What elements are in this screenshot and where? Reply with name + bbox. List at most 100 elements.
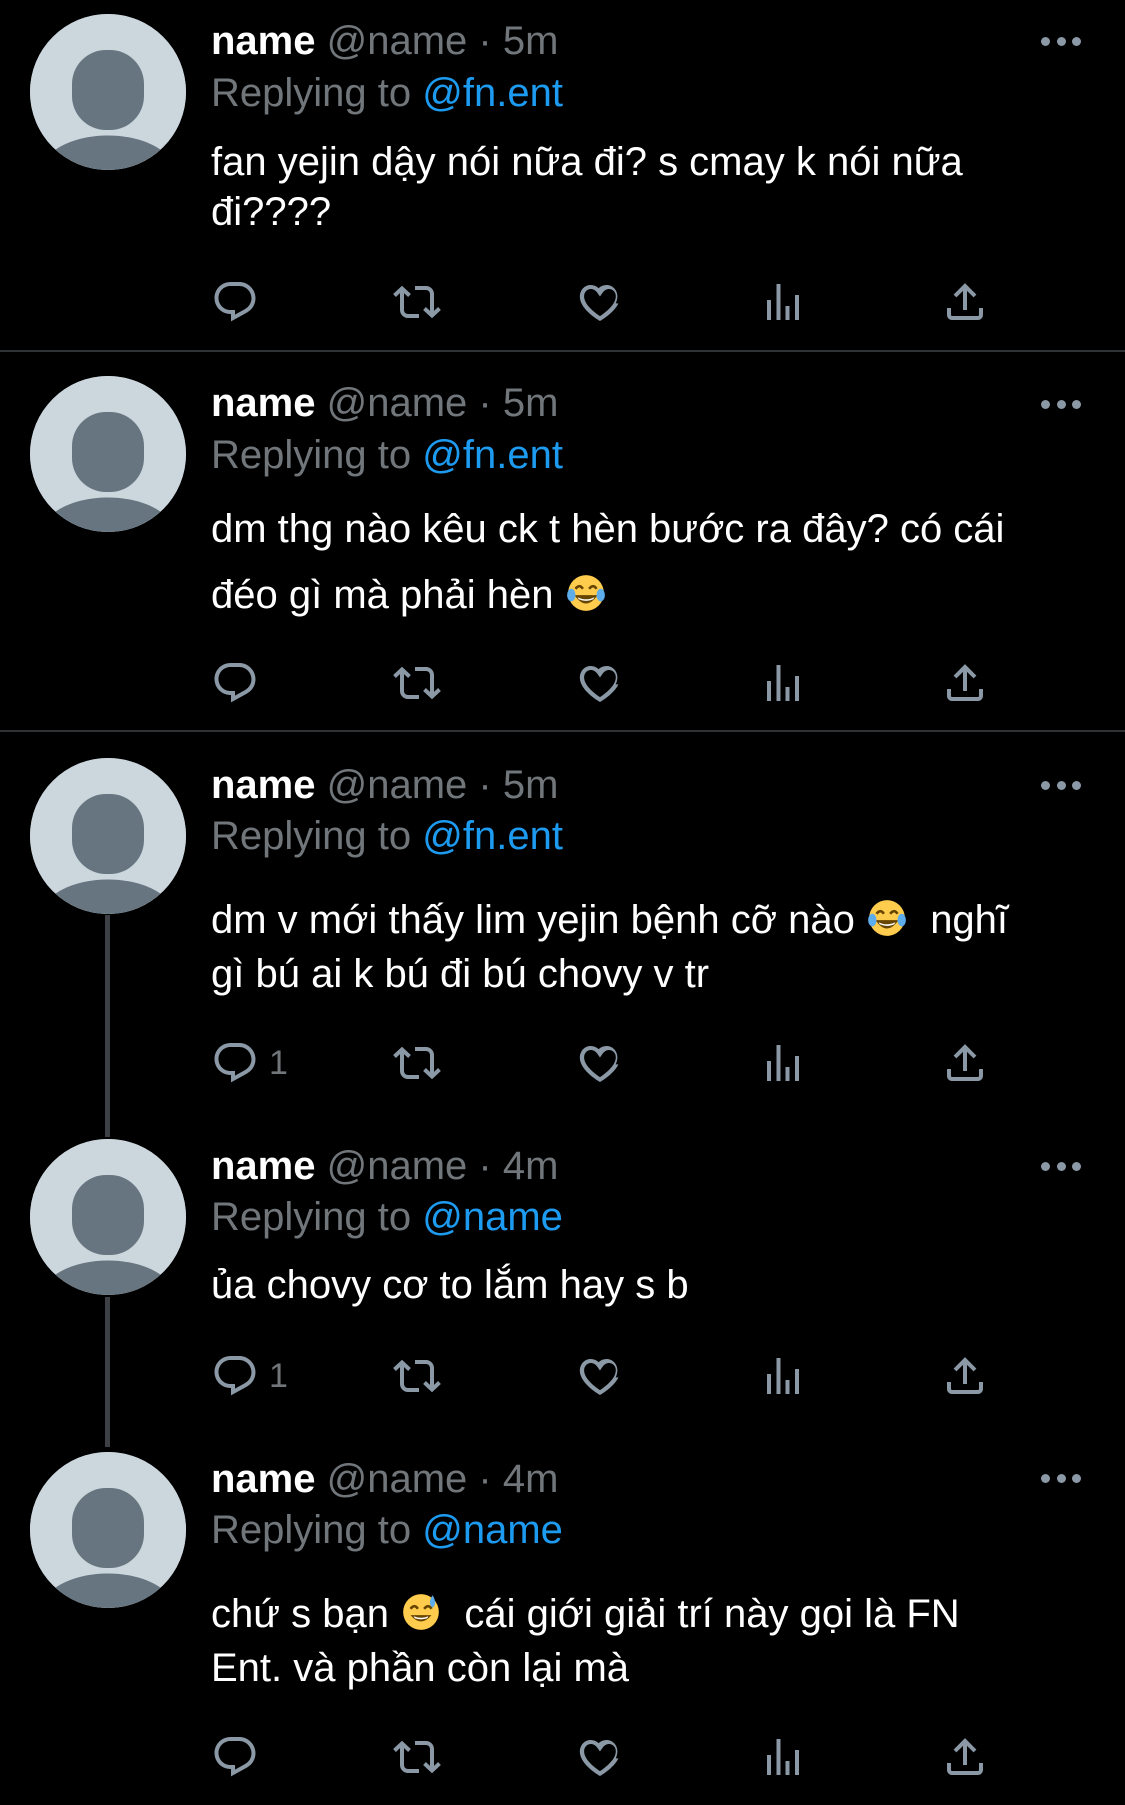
tweet-actions bbox=[211, 277, 991, 327]
avatar[interactable] bbox=[30, 376, 186, 532]
tweet-3[interactable]: name @name · 5m Replying to @fn.ent dm v… bbox=[0, 732, 1125, 1112]
separator-dot: · bbox=[478, 1457, 492, 1501]
handle[interactable]: @name bbox=[327, 1457, 468, 1501]
avatar[interactable] bbox=[30, 1452, 186, 1608]
tweet-text-line: đi???? bbox=[211, 190, 332, 234]
retweet-icon bbox=[393, 278, 441, 326]
retweet-button[interactable] bbox=[393, 1038, 441, 1088]
like-button[interactable] bbox=[576, 658, 624, 708]
views-button[interactable] bbox=[759, 1351, 807, 1401]
retweet-icon bbox=[393, 1039, 441, 1087]
reply-button[interactable] bbox=[211, 658, 269, 708]
more-icon[interactable] bbox=[1041, 1472, 1081, 1484]
share-button[interactable] bbox=[941, 1732, 989, 1782]
like-button[interactable] bbox=[576, 1351, 624, 1401]
retweet-icon bbox=[393, 659, 441, 707]
views-button[interactable] bbox=[759, 1038, 807, 1088]
separator-dot: · bbox=[478, 19, 492, 63]
views-button[interactable] bbox=[759, 277, 807, 327]
tweet-actions: 1 bbox=[211, 1038, 991, 1088]
handle[interactable]: @name bbox=[327, 19, 468, 63]
tweet-4[interactable]: name @name · 4m Replying to @name ủa cho… bbox=[0, 1112, 1125, 1424]
display-name[interactable]: name bbox=[211, 1457, 316, 1501]
timestamp[interactable]: 5m bbox=[503, 763, 559, 807]
tweet-header: name @name · 5m bbox=[211, 18, 558, 64]
views-icon bbox=[759, 659, 807, 707]
views-icon bbox=[759, 1039, 807, 1087]
like-button[interactable] bbox=[576, 277, 624, 327]
tweet-text-line: gì bú ai k bú đi bú chovy v tr bbox=[211, 952, 710, 996]
replying-to: Replying to @fn.ent bbox=[211, 813, 563, 859]
handle[interactable]: @name bbox=[327, 763, 468, 807]
tweet-text-line: Ent. và phần còn lại mà bbox=[211, 1646, 630, 1690]
reply-button[interactable]: 1 bbox=[211, 1351, 288, 1401]
tweet-header: name @name · 4m bbox=[211, 1456, 558, 1502]
retweet-button[interactable] bbox=[393, 1351, 441, 1401]
tweet-1[interactable]: name @name · 5m Replying to @fn.ent fan … bbox=[0, 0, 1125, 350]
replying-to-link[interactable]: @fn.ent bbox=[422, 71, 563, 115]
tweet-text-fragment: dm v mới thấy lim yejin bệnh cỡ nào bbox=[211, 898, 855, 942]
retweet-button[interactable] bbox=[393, 1732, 441, 1782]
tweet-text-line: fan yejin dậy nói nữa đi? s cmay k nói n… bbox=[211, 140, 963, 184]
views-icon bbox=[759, 278, 807, 326]
retweet-icon bbox=[393, 1352, 441, 1400]
tweet-header: name @name · 5m bbox=[211, 762, 558, 808]
display-name[interactable]: name bbox=[211, 1144, 316, 1188]
tweet-text-line: đéo gì mà phải hèn bbox=[211, 562, 1091, 628]
more-icon[interactable] bbox=[1041, 398, 1081, 410]
tweet-2[interactable]: name @name · 5m Replying to @fn.ent dm t… bbox=[0, 352, 1125, 730]
timestamp[interactable]: 4m bbox=[503, 1457, 559, 1501]
share-icon bbox=[941, 1039, 989, 1087]
more-icon[interactable] bbox=[1041, 1160, 1081, 1172]
display-name[interactable]: name bbox=[211, 19, 316, 63]
separator-dot: · bbox=[478, 763, 492, 807]
separator-dot: · bbox=[478, 381, 492, 425]
tweet-text: ủa chovy cơ to lắm hay s b bbox=[211, 1257, 1091, 1313]
views-button[interactable] bbox=[759, 658, 807, 708]
replying-to: Replying to @name bbox=[211, 1507, 563, 1553]
timestamp[interactable]: 4m bbox=[503, 1144, 559, 1188]
replying-to-link[interactable]: @name bbox=[422, 1508, 563, 1552]
timestamp[interactable]: 5m bbox=[503, 19, 559, 63]
share-icon bbox=[941, 1733, 989, 1781]
sweat-smile-emoji-icon bbox=[400, 1591, 442, 1633]
reply-button[interactable] bbox=[211, 277, 269, 327]
tweet-5[interactable]: name @name · 4m Replying to @name chứ s … bbox=[0, 1424, 1125, 1805]
like-button[interactable] bbox=[576, 1038, 624, 1088]
tweet-actions: 1 bbox=[211, 1351, 991, 1401]
tweet-text: chứ s bạn cái giới giải trí này gọi là F… bbox=[211, 1586, 1091, 1696]
views-icon bbox=[759, 1733, 807, 1781]
handle[interactable]: @name bbox=[327, 381, 468, 425]
retweet-button[interactable] bbox=[393, 277, 441, 327]
share-button[interactable] bbox=[941, 658, 989, 708]
replying-to: Replying to @fn.ent bbox=[211, 432, 563, 478]
tweet-text-line: dm thg nào kêu ck t hèn bước ra đây? có … bbox=[211, 507, 1005, 551]
share-button[interactable] bbox=[941, 1351, 989, 1401]
display-name[interactable]: name bbox=[211, 763, 316, 807]
more-icon[interactable] bbox=[1041, 779, 1081, 791]
share-button[interactable] bbox=[941, 1038, 989, 1088]
replying-to-link[interactable]: @fn.ent bbox=[422, 814, 563, 858]
reply-icon bbox=[211, 278, 259, 326]
like-icon bbox=[576, 1733, 624, 1781]
tweet-text-fragment: chứ s bạn bbox=[211, 1592, 389, 1636]
timestamp[interactable]: 5m bbox=[503, 381, 559, 425]
tweet-text: dm v mới thấy lim yejin bệnh cỡ nào nghĩ… bbox=[211, 892, 1091, 1002]
handle[interactable]: @name bbox=[327, 1144, 468, 1188]
display-name[interactable]: name bbox=[211, 381, 316, 425]
share-button[interactable] bbox=[941, 277, 989, 327]
tweet-text-fragment: nghĩ bbox=[930, 898, 1009, 942]
replying-to-link[interactable]: @name bbox=[422, 1195, 563, 1239]
replying-to: Replying to @name bbox=[211, 1194, 563, 1240]
avatar[interactable] bbox=[30, 1139, 186, 1295]
reply-button[interactable]: 1 bbox=[211, 1038, 288, 1088]
like-button[interactable] bbox=[576, 1732, 624, 1782]
avatar[interactable] bbox=[30, 14, 186, 170]
replying-label: Replying to bbox=[211, 814, 412, 858]
reply-button[interactable] bbox=[211, 1732, 269, 1782]
more-icon[interactable] bbox=[1041, 35, 1081, 47]
views-button[interactable] bbox=[759, 1732, 807, 1782]
replying-to-link[interactable]: @fn.ent bbox=[422, 433, 563, 477]
retweet-button[interactable] bbox=[393, 658, 441, 708]
avatar[interactable] bbox=[30, 758, 186, 914]
